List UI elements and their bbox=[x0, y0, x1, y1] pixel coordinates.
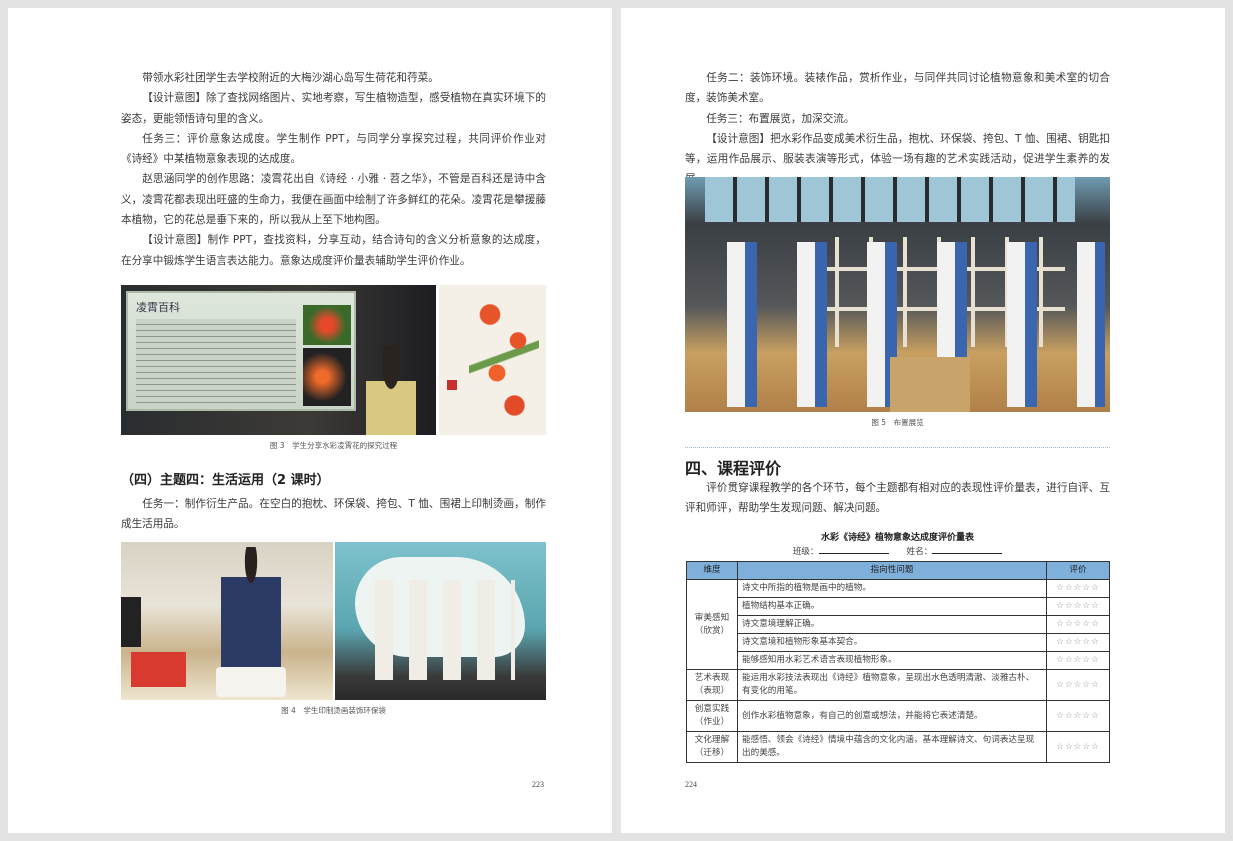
table-row: 艺术表现 （表现） 能运用水彩技法表现出《诗经》植物意象，呈现出水色透明清澈、淡雅… bbox=[686, 669, 1110, 701]
box bbox=[131, 652, 186, 687]
class-field[interactable] bbox=[818, 553, 889, 554]
question-cell: 创作水彩植物意象，有自己的创意或想法，并能将它表述清楚。 bbox=[737, 700, 1047, 732]
question-cell: 诗文意境和植物形象基本契合。 bbox=[737, 633, 1047, 652]
paragraph: 【设计意图】除了查找网络图片、实地考察，写生植物造型，感受植物在真实环境下的姿态… bbox=[121, 92, 546, 125]
dimension-cell: 艺术表现 （表现） bbox=[686, 669, 738, 701]
monitor bbox=[121, 597, 141, 647]
table-row: 文化理解 （迁移） 能感悟、领会《诗经》情境中蕴含的文化内涵，基本理解诗文、句词表… bbox=[686, 731, 1110, 763]
star-rating[interactable]: ☆☆☆☆☆ bbox=[1046, 731, 1110, 763]
star-rating[interactable]: ☆☆☆☆☆ bbox=[1046, 579, 1110, 598]
paragraph: 任务二：装饰环境。装裱作品，赏析作业，与同伴共同讨论植物意象和美术室的切合度，装… bbox=[685, 72, 1110, 105]
page-number: 223 bbox=[532, 780, 544, 789]
figure3-painting bbox=[439, 285, 546, 435]
body-text: 任务一：制作衍生产品。在空白的抱枕、环保袋、挎包、T 恤、围裙上印制烫画，制作成… bbox=[121, 494, 546, 535]
star-rating[interactable]: ☆☆☆☆☆ bbox=[1046, 597, 1110, 616]
paragraph: 任务一：制作衍生产品。在空白的抱枕、环保袋、挎包、T 恤、围裙上印制烫画，制作成… bbox=[121, 498, 546, 531]
body-text: 任务二：装饰环境。装裱作品，赏析作业，与同伴共同讨论植物意象和美术室的切合度，装… bbox=[685, 68, 1110, 190]
slide-text-block bbox=[136, 319, 296, 405]
figure5-photo-exhibition bbox=[685, 177, 1110, 412]
seal-stamp bbox=[447, 380, 457, 390]
figure3-caption: 图 3 学生分享水彩凌霄花的探究过程 bbox=[269, 441, 398, 450]
student-figure bbox=[221, 547, 281, 667]
question-cell: 诗文意境理解正确。 bbox=[737, 615, 1047, 634]
class-label: 班级： bbox=[792, 547, 819, 557]
page-number: 224 bbox=[685, 780, 697, 789]
question-cell: 能运用水彩技法表现出《诗经》植物意象，呈现出水色透明清澈、淡雅古朴、有变化的用笔… bbox=[737, 669, 1047, 701]
student-figure bbox=[366, 345, 416, 435]
figure4-photo-ironing bbox=[121, 542, 333, 700]
question-cell: 植物结构基本正确。 bbox=[737, 597, 1047, 616]
paragraph: 【设计意图】制作 PPT，查找资料，分享互动，结合诗句的含义分析意象的达成度，在… bbox=[121, 234, 546, 267]
question-cell: 能够感知用水彩艺术语言表现植物形象。 bbox=[737, 651, 1047, 670]
paragraph: 任务三：布置展览，加深交流。 bbox=[706, 112, 855, 125]
star-rating[interactable]: ☆☆☆☆☆ bbox=[1046, 615, 1110, 634]
name-label: 姓名： bbox=[906, 547, 933, 557]
body-text: 带领水彩社团学生去学校附近的大梅沙湖心岛写生荷花和荇菜。 【设计意图】除了查找网… bbox=[121, 68, 546, 271]
flower-photo bbox=[303, 305, 351, 345]
table-row: 能够感知用水彩艺术语言表现植物形象。 ☆☆☆☆☆ bbox=[687, 651, 1110, 670]
paragraph: 任务三：评价意象达成度。学生制作 PPT，与同学分享探究过程，共同评价作业对《诗… bbox=[121, 132, 546, 166]
flower-painting bbox=[469, 295, 539, 425]
figure4-photo-group bbox=[335, 542, 546, 700]
header-dimension: 维度 bbox=[686, 561, 738, 580]
question-cell: 能感悟、领会《诗经》情境中蕴含的文化内涵，基本理解诗文、句词表达呈现出的美感。 bbox=[737, 731, 1047, 763]
figure5-caption: 图 5 布置展览 bbox=[871, 418, 924, 427]
table-row: 植物结构基本正确。 ☆☆☆☆☆ bbox=[687, 597, 1110, 616]
cardboard-box bbox=[890, 357, 970, 412]
header-question: 指向性问题 bbox=[737, 561, 1047, 580]
flower-photo bbox=[303, 348, 351, 406]
table-row: 创意实践 （作业） 创作水彩植物意象，有自己的创意或想法，并能将它表述清楚。 ☆☆☆… bbox=[686, 700, 1110, 732]
right-page: 任务二：装饰环境。装裱作品，赏析作业，与同伴共同讨论植物意象和美术室的切合度，装… bbox=[621, 8, 1225, 833]
table-form-fields: 班级： 姓名： bbox=[685, 545, 1110, 557]
star-rating[interactable]: ☆☆☆☆☆ bbox=[1046, 633, 1110, 652]
table-row: 诗文意境和植物形象基本契合。 ☆☆☆☆☆ bbox=[687, 633, 1110, 652]
dimension-cell: 文化理解 （迁移） bbox=[686, 731, 738, 763]
paragraph: 赵思涵同学的创作思路：凌霄花出自《诗经 · 小雅 · 苕之华》，不管是百科还是诗… bbox=[121, 173, 546, 227]
table-header-row: 维度 指向性问题 评价 bbox=[686, 561, 1110, 580]
name-field[interactable] bbox=[932, 553, 1003, 554]
slide-screen: 凌霄百科 bbox=[126, 291, 356, 411]
figure3-photo-slide: 凌霄百科 bbox=[121, 285, 436, 435]
slide-title: 凌霄百科 bbox=[136, 301, 180, 314]
students-group bbox=[375, 580, 515, 680]
section-heading: （四）主题四：生活运用（2 课时） bbox=[121, 473, 330, 488]
table-title: 水彩《诗经》植物意象达成度评价量表 bbox=[820, 533, 974, 543]
star-rating[interactable]: ☆☆☆☆☆ bbox=[1046, 700, 1110, 732]
star-rating[interactable]: ☆☆☆☆☆ bbox=[1046, 669, 1110, 701]
section-divider bbox=[685, 447, 1110, 448]
evaluation-table: 维度 指向性问题 评价 审美感知 （欣赏） 诗文中所指的植物是画中的植物。 ☆☆☆☆… bbox=[686, 561, 1110, 763]
dimension-cell: 创意实践 （作业） bbox=[686, 700, 738, 732]
question-cell: 诗文中所指的植物是画中的植物。 bbox=[737, 579, 1047, 598]
dimension-cell: 审美感知 （欣赏） bbox=[686, 579, 738, 670]
body-text: 评价贯穿课程教学的各个环节，每个主题都有相对应的表现性评价量表，进行自评、互评和… bbox=[685, 478, 1110, 519]
paragraph: 评价贯穿课程教学的各个环节，每个主题都有相对应的表现性评价量表，进行自评、互评和… bbox=[685, 482, 1110, 515]
header-rating: 评价 bbox=[1046, 561, 1110, 580]
star-rating[interactable]: ☆☆☆☆☆ bbox=[1046, 651, 1110, 670]
left-page: 带领水彩社团学生去学校附近的大梅沙湖心岛写生荷花和荇菜。 【设计意图】除了查找网… bbox=[8, 8, 612, 833]
paragraph: 带领水彩社团学生去学校附近的大梅沙湖心岛写生荷花和荇菜。 bbox=[142, 72, 439, 84]
table-row: 诗文意境理解正确。 ☆☆☆☆☆ bbox=[687, 615, 1110, 634]
table-row: 审美感知 （欣赏） 诗文中所指的植物是画中的植物。 ☆☆☆☆☆ bbox=[686, 579, 1110, 670]
section-heading: 四、课程评价 bbox=[685, 459, 782, 478]
tote-bag bbox=[216, 667, 286, 697]
figure4-caption: 图 4 学生印制烫画装饰环保袋 bbox=[281, 706, 386, 715]
windows bbox=[705, 177, 1075, 222]
